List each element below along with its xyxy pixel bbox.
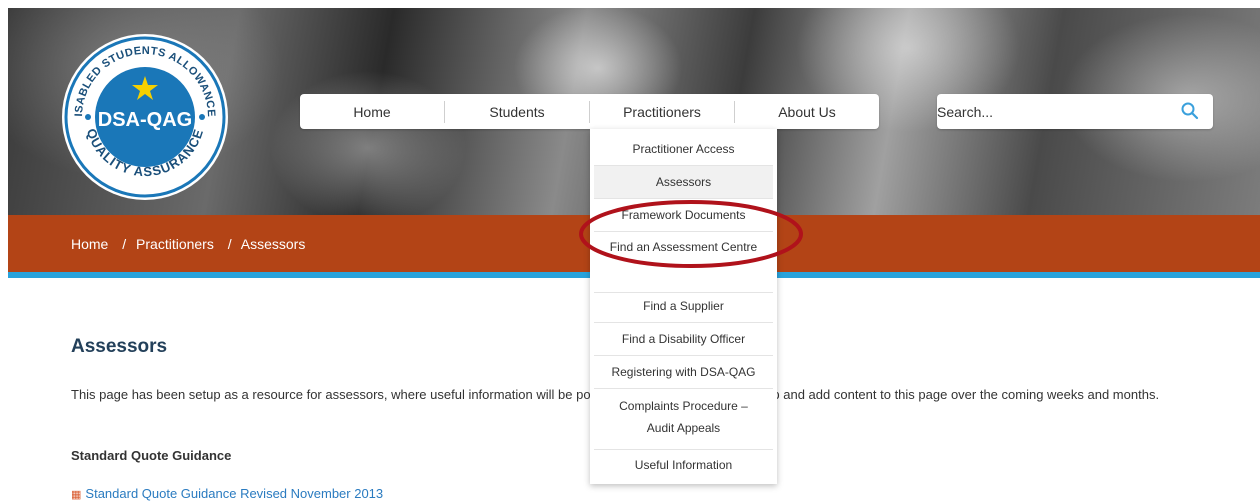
highlight-ellipse xyxy=(579,200,803,268)
nav-item-students[interactable]: Students xyxy=(445,100,590,123)
main-nav: Home Students Practitioners About Us xyxy=(300,94,879,129)
search-icon[interactable] xyxy=(1181,102,1199,120)
breadcrumb-separator: / xyxy=(227,236,232,252)
breadcrumb-separator: / xyxy=(122,236,127,252)
dot-icon xyxy=(85,114,91,120)
dsa-qag-logo[interactable]: DISABLED STUDENTS ALLOWANCES QUALITY ASS… xyxy=(60,32,230,202)
menu-item-find-supplier[interactable]: Find a Supplier xyxy=(594,290,773,323)
dot-icon xyxy=(199,114,205,120)
menu-item-useful-information[interactable]: Useful Information xyxy=(594,449,773,481)
breadcrumb-home[interactable]: Home xyxy=(71,236,108,252)
menu-item-find-disability-officer[interactable]: Find a Disability Officer xyxy=(594,323,773,356)
document-link-label[interactable]: Standard Quote Guidance Revised November… xyxy=(85,486,383,501)
breadcrumb-assessors: Assessors xyxy=(240,236,306,252)
document-link[interactable]: ▦ Standard Quote Guidance Revised Novembe… xyxy=(71,486,383,501)
menu-item-registering[interactable]: Registering with DSA-QAG xyxy=(594,356,773,389)
search-box xyxy=(937,94,1213,129)
practitioners-dropdown-menu: Practitioner Access Assessors Framework … xyxy=(590,129,777,484)
menu-item-complaints-procedure[interactable]: Complaints Procedure – Audit Appeals xyxy=(594,389,773,450)
breadcrumb-practitioners[interactable]: Practitioners xyxy=(136,236,214,252)
breadcrumb: Home / Practitioners / Assessors xyxy=(71,236,309,252)
section-heading: Standard Quote Guidance xyxy=(71,448,232,463)
menu-item-practitioner-access[interactable]: Practitioner Access xyxy=(594,133,773,166)
nav-item-about-us[interactable]: About Us xyxy=(735,101,879,123)
nav-item-home[interactable]: Home xyxy=(300,100,445,123)
search-input[interactable] xyxy=(937,94,1167,129)
pdf-icon: ▦ xyxy=(71,489,82,501)
menu-item-assessors[interactable]: Assessors xyxy=(594,166,773,199)
nav-item-practitioners[interactable]: Practitioners xyxy=(590,100,735,123)
page-title: Assessors xyxy=(71,336,168,357)
logo-title: DSA-QAG xyxy=(98,109,192,131)
